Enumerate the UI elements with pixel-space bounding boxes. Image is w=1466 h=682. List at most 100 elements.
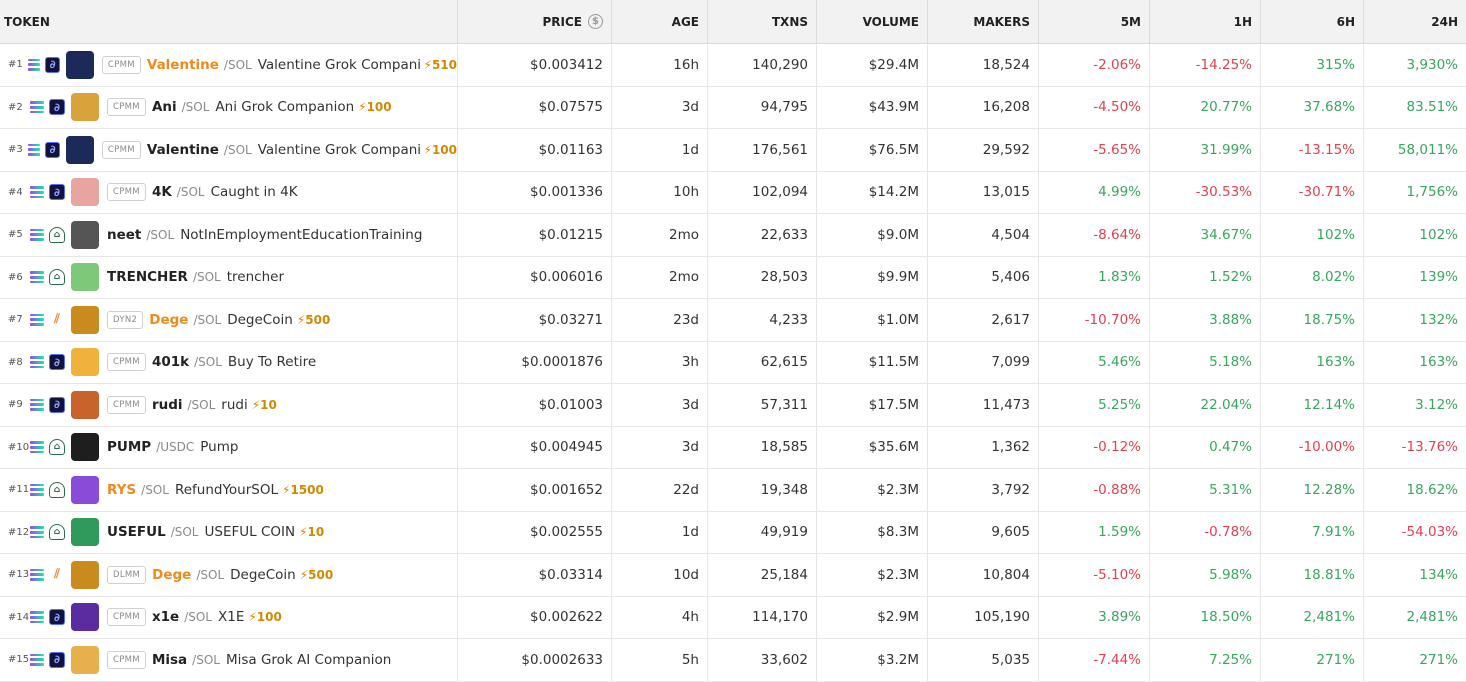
change-6h-cell: 18.81% (1260, 554, 1363, 596)
change-24h-cell: -54.03% (1363, 511, 1466, 553)
token-avatar (65, 50, 94, 79)
col-makers-header[interactable]: MAKERS (927, 0, 1038, 43)
table-row[interactable]: #10 ⌂ PUMP/USDC Pump $0.004945 3d 18,585 $35.6M… (0, 426, 1466, 469)
col-price-header[interactable]: PRICE $ (457, 0, 611, 43)
boost-badge: ⚡10 (251, 397, 277, 412)
table-row[interactable]: #6 ⌂ TRENCHER/SOL trencher $0.006016 2mo 28,50… (0, 256, 1466, 299)
price-cell: $0.01215 (457, 214, 611, 256)
makers-cell: 18,524 (927, 44, 1038, 86)
txns-cell: 140,290 (707, 44, 816, 86)
change-24h-cell: 139% (1363, 256, 1466, 298)
table-row[interactable]: #11 ⌂ RYS/SOL RefundYourSOL ⚡1500 $0.001652 22… (0, 469, 1466, 512)
token-cell[interactable]: #10 ⌂ PUMP/USDC Pump (0, 427, 457, 469)
quote-token: /SOL (176, 185, 205, 200)
dollar-circle-icon[interactable]: $ (588, 14, 603, 29)
change-24h-value: 83.51% (1406, 99, 1458, 116)
token-avatar (71, 603, 99, 632)
change-6h-cell: 2,481% (1260, 596, 1363, 638)
table-row[interactable]: #2 ∂ CPMM Ani/SOL Ani Grok Companion ⚡100 $0.0… (0, 86, 1466, 129)
token-cell[interactable]: #2 ∂ CPMM Ani/SOL Ani Grok Companion ⚡100 (0, 87, 457, 129)
token-cell[interactable]: #6 ⌂ TRENCHER/SOL trencher (0, 257, 457, 299)
pool-type-badge: DYN2 (107, 310, 144, 329)
col-token-header[interactable]: TOKEN (0, 0, 457, 43)
change-24h-cell: 3,930% (1363, 44, 1466, 86)
table-row[interactable]: #15 ∂ CPMM Misa/SOL Misa Grok AI Companion $0… (0, 639, 1466, 682)
col-24h-header[interactable]: 24H (1363, 0, 1466, 43)
token-cell[interactable]: #5 ⌂ neet/SOL NotInEmploymentEducationTrain… (0, 214, 457, 256)
txns-value: 49,919 (760, 524, 808, 541)
rank-label: #8 (8, 356, 23, 368)
token-name: Ani Grok Companion (215, 99, 355, 116)
volume-value: $3.2M (877, 651, 919, 668)
change-6h-cell: -30.71% (1260, 171, 1363, 213)
table-row[interactable]: #8 ∂ CPMM 401k/SOL Buy To Retire $0.0001876 3h… (0, 341, 1466, 384)
token-cell[interactable]: #9 ∂ CPMM rudi/SOL rudi ⚡10 (0, 384, 457, 426)
txns-value: 62,615 (760, 354, 808, 371)
col-1h-header[interactable]: 1H (1149, 0, 1260, 43)
change-5m-value: -0.88% (1093, 481, 1141, 498)
change-1h-value: -14.25% (1195, 56, 1252, 73)
age-value: 23d (673, 311, 699, 328)
table-row[interactable]: #1 ∂ CPMM Valentine/SOL Valentine Grok Compa… (0, 44, 1466, 87)
col-5m-header[interactable]: 5M (1038, 0, 1149, 43)
age-cell: 22d (611, 469, 707, 511)
price-cell: $0.004945 (457, 426, 611, 468)
table-row[interactable]: #7 ⫽ DYN2 Dege/SOL DegeCoin ⚡500 $0.03271 23d 4,… (0, 299, 1466, 342)
rank-label: #10 (8, 441, 30, 453)
col-6h-header[interactable]: 6H (1260, 0, 1363, 43)
volume-cell: $29.4M (816, 44, 927, 86)
table-row[interactable]: #13 ⫽ DLMM Dege/SOL DegeCoin ⚡500 $0.03314 10d 2… (0, 554, 1466, 597)
table-row[interactable]: #4 ∂ CPMM 4K/SOL Caught in 4K $0.001336 10h 102… (0, 171, 1466, 214)
change-5m-cell: -8.64% (1038, 214, 1149, 256)
token-cell[interactable]: #4 ∂ CPMM 4K/SOL Caught in 4K (0, 172, 457, 214)
txns-cell: 22,633 (707, 214, 816, 256)
token-cell[interactable]: #8 ∂ CPMM 401k/SOL Buy To Retire (0, 342, 457, 384)
volume-value: $2.9M (877, 609, 919, 626)
volume-value: $8.3M (877, 524, 919, 541)
change-5m-value: -10.70% (1084, 311, 1141, 328)
boost-badge: ⚡1500 (282, 482, 324, 497)
change-24h-value: -13.76% (1401, 439, 1458, 456)
table-row[interactable]: #3 ∂ CPMM Valentine/SOL Valentine Grok Compa… (0, 129, 1466, 172)
makers-cell: 3,792 (927, 469, 1038, 511)
col-age-header[interactable]: AGE (611, 0, 707, 43)
col-txns-header[interactable]: TXNS (707, 0, 816, 43)
solana-icon (30, 271, 44, 284)
token-avatar (71, 220, 99, 249)
price-value: $0.01003 (538, 396, 603, 413)
quote-token: /USDC (156, 440, 195, 455)
volume-cell: $43.9M (816, 86, 927, 128)
makers-cell: 29,592 (927, 129, 1038, 171)
age-cell: 16h (611, 44, 707, 86)
token-cell[interactable]: #15 ∂ CPMM Misa/SOL Misa Grok AI Companion (0, 639, 457, 681)
change-6h-value: 37.68% (1303, 99, 1355, 116)
token-cell[interactable]: #3 ∂ CPMM Valentine/SOL Valentine Grok Compa… (0, 129, 457, 171)
pumpswap-icon: ⌂ (49, 269, 65, 286)
table-row[interactable]: #5 ⌂ neet/SOL NotInEmploymentEducationTrain… (0, 214, 1466, 257)
quote-token: /SOL (146, 227, 175, 242)
table-row[interactable]: #14 ∂ CPMM x1e/SOL X1E ⚡100 $0.002622 4h 114,170… (0, 596, 1466, 639)
price-value: $0.004945 (529, 439, 603, 456)
token-cell[interactable]: #11 ⌂ RYS/SOL RefundYourSOL ⚡1500 (0, 469, 457, 511)
table-row[interactable]: #12 ⌂ USEFUL/SOL USEFUL COIN ⚡10 $0.002555 1d 4… (0, 511, 1466, 554)
change-1h-value: -0.78% (1204, 524, 1252, 541)
token-cell[interactable]: #7 ⫽ DYN2 Dege/SOL DegeCoin ⚡500 (0, 299, 457, 341)
change-5m-value: 5.46% (1098, 354, 1141, 371)
token-cell[interactable]: #13 ⫽ DLMM Dege/SOL DegeCoin ⚡500 (0, 554, 457, 596)
age-cell: 3d (611, 426, 707, 468)
solana-icon (30, 526, 44, 539)
token-cell[interactable]: #14 ∂ CPMM x1e/SOL X1E ⚡100 (0, 597, 457, 639)
rank-label: #2 (8, 101, 23, 113)
makers-cell: 105,190 (927, 596, 1038, 638)
rank-label: #14 (8, 611, 30, 623)
token-cell[interactable]: #1 ∂ CPMM Valentine/SOL Valentine Grok Compa… (0, 44, 457, 86)
makers-value: 18,524 (982, 56, 1030, 73)
change-1h-value: -30.53% (1195, 184, 1252, 201)
token-name: DegeCoin (230, 566, 296, 583)
col-volume-header[interactable]: VOLUME (816, 0, 927, 43)
token-cell[interactable]: #12 ⌂ USEFUL/SOL USEFUL COIN ⚡10 (0, 512, 457, 554)
makers-value: 3,792 (991, 481, 1030, 498)
table-row[interactable]: #9 ∂ CPMM rudi/SOL rudi ⚡10 $0.01003 3d 57,311 $1… (0, 384, 1466, 427)
price-value: $0.03271 (538, 311, 603, 328)
change-6h-value: 163% (1316, 354, 1355, 371)
